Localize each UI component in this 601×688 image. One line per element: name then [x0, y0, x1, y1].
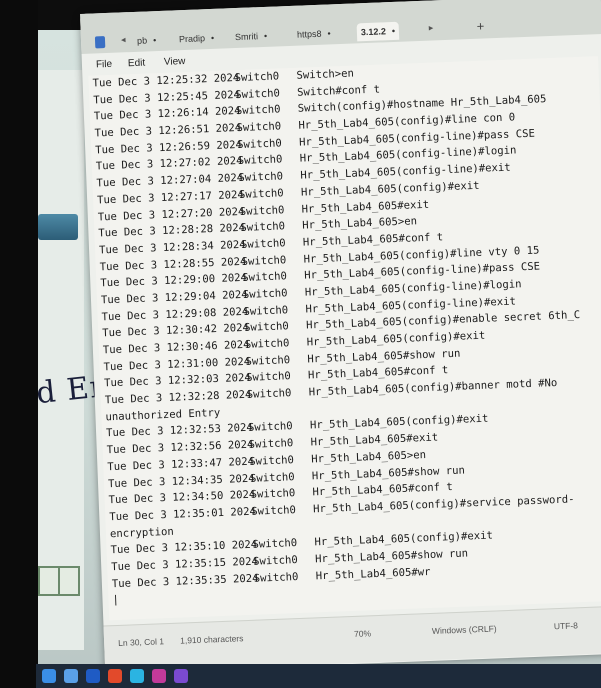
tab-label: pb	[136, 35, 148, 46]
tab-label: https8	[296, 28, 322, 40]
menu-view[interactable]: View	[164, 56, 186, 68]
encoding[interactable]: UTF-8	[554, 620, 578, 631]
tab-scroll-right-icon[interactable]: ▸	[429, 22, 434, 33]
log-device: Switch0	[251, 503, 297, 518]
app-taskbar-icon[interactable]	[86, 669, 100, 683]
tab-active[interactable]: 3.12.2 •	[356, 21, 400, 42]
tab-label: Smriti	[234, 31, 259, 43]
log-command: Hr_5th_Lab4_605>en	[311, 448, 427, 466]
tab-label: 3.12.2	[360, 26, 387, 38]
tab-smriti[interactable]: Smriti •	[231, 27, 272, 47]
log-command: Hr_5th_Lab4_605#exit	[310, 431, 439, 449]
box-icon	[38, 566, 60, 596]
log-command: Hr_5th_Lab4_605#conf t	[302, 231, 444, 249]
box-icon	[58, 566, 80, 596]
search-icon[interactable]	[64, 669, 78, 683]
menu-edit[interactable]: Edit	[128, 58, 146, 70]
log-command: Hr_5th_Lab4_605#show run	[314, 547, 469, 566]
tab-dot-icon[interactable]: •	[211, 33, 215, 43]
log-command: Hr_5th_Lab4_605#exit	[301, 198, 430, 216]
desktop-left-panel	[36, 70, 84, 650]
notepad-app-icon	[94, 36, 106, 49]
app-taskbar-icon[interactable]	[174, 669, 188, 683]
tab-label: Pradip	[178, 33, 206, 45]
photo-dark-border-left	[0, 0, 38, 688]
zoom-level[interactable]: 70%	[354, 628, 371, 639]
log-command: Hr_5th_Lab4_605#wr	[315, 565, 431, 582]
log-command: Hr_5th_Lab4_605>en	[302, 215, 418, 232]
app-taskbar-icon[interactable]	[152, 669, 166, 683]
tab-dot-icon[interactable]: •	[264, 31, 268, 41]
tab-dot-icon[interactable]: •	[153, 35, 157, 45]
tab-scroll-left-icon[interactable]: ◂	[121, 34, 126, 45]
start-icon[interactable]	[42, 669, 56, 683]
tab-dot-icon[interactable]: •	[392, 26, 396, 36]
log-command: Switch#conf t	[296, 83, 381, 99]
log-command: Switch>en	[296, 67, 355, 82]
tab-https8[interactable]: https8 •	[293, 24, 335, 44]
taskbar	[36, 664, 601, 688]
char-count: 1,910 characters	[179, 633, 244, 646]
log-device: Switch0	[246, 387, 292, 401]
menu-file[interactable]: File	[96, 59, 113, 71]
network-device-icon[interactable]	[38, 214, 78, 240]
cursor-position: Ln 30, Col 1	[117, 636, 165, 648]
tab-dot-icon[interactable]: •	[327, 28, 331, 38]
notepad-window: ◂ pb • Pradip • Smriti • https8 • 3.12.2 • ▸ …	[80, 0, 601, 674]
text-editor[interactable]: Tue Dec 3 12:25:32 2024Switch0 Switch>en T…	[88, 56, 601, 621]
new-tab-icon[interactable]: +	[476, 18, 484, 33]
tab-pb[interactable]: pb •	[133, 31, 161, 50]
app-taskbar-icon[interactable]	[108, 669, 122, 683]
line-ending[interactable]: Windows (CRLF)	[432, 623, 497, 635]
log-device: Switch0	[253, 570, 299, 585]
tab-pradip[interactable]: Pradip •	[175, 29, 219, 49]
app-taskbar-icon[interactable]	[130, 669, 144, 683]
